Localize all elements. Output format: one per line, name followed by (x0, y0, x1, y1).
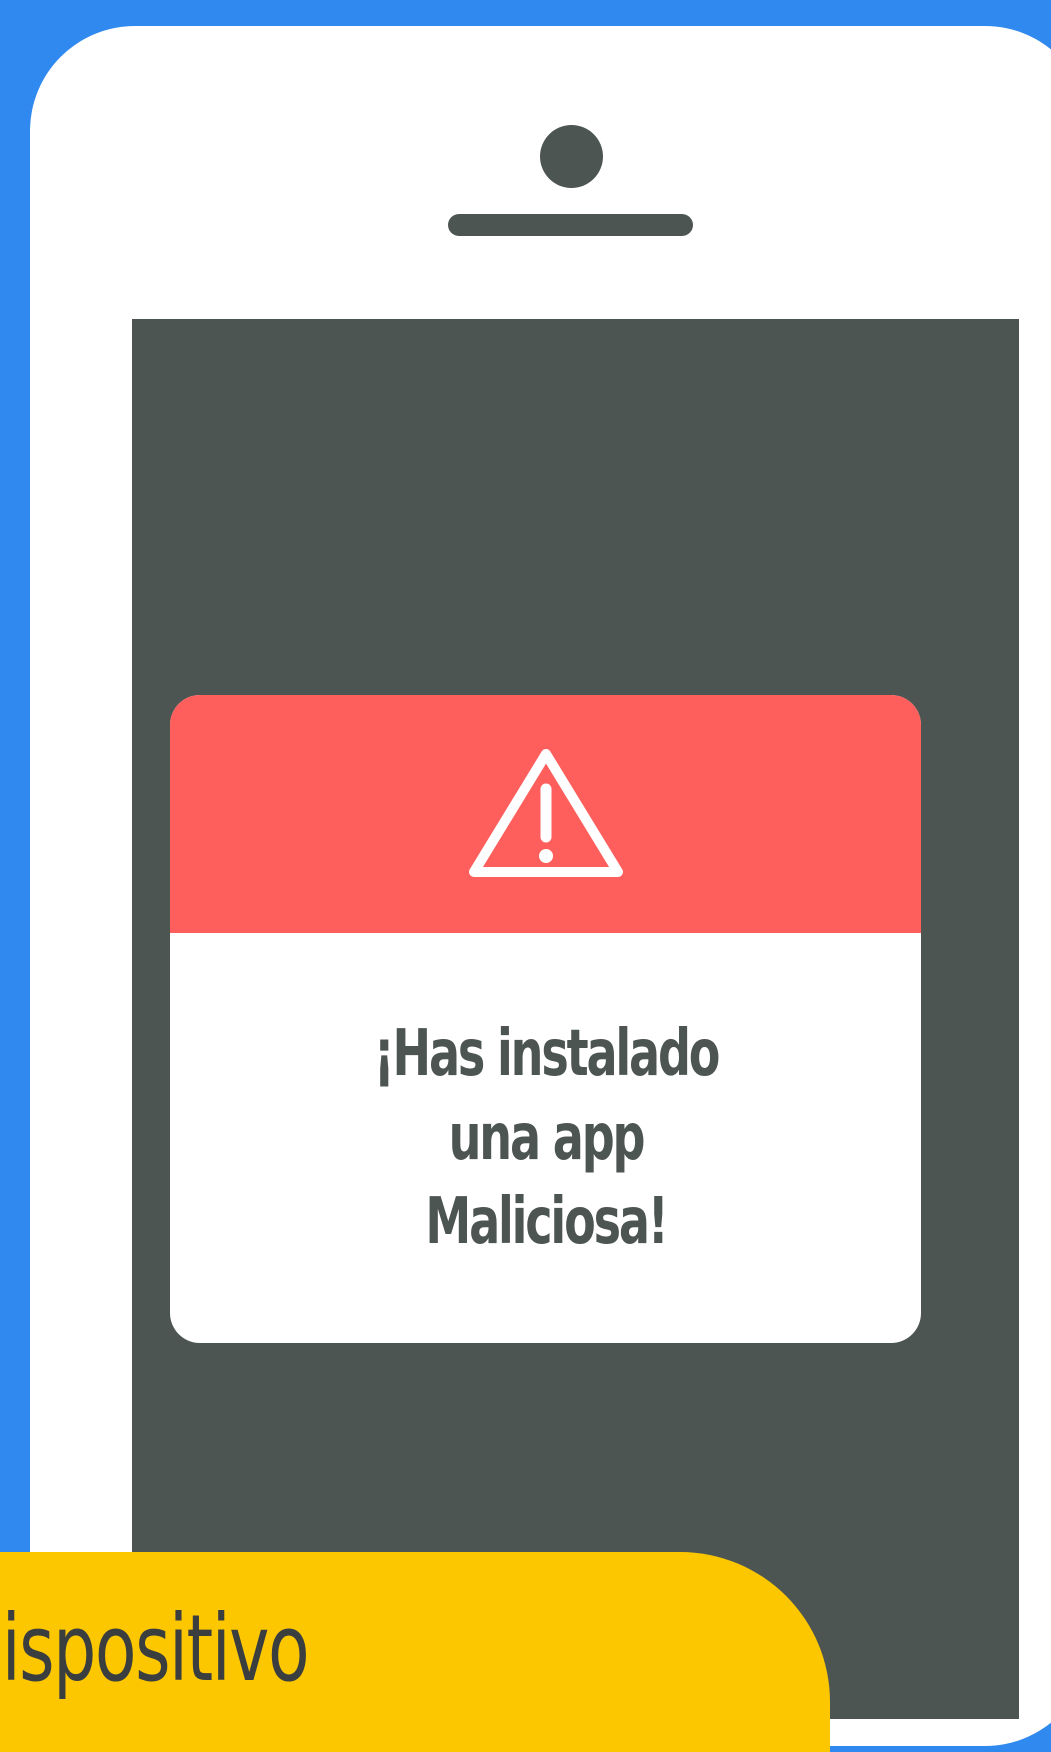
front-camera (540, 125, 603, 188)
alert-message: ¡Has instalado una app Maliciosa! (373, 1017, 720, 1259)
caption-banner: dispositivo (0, 1552, 830, 1752)
warning-triangle-icon (468, 749, 623, 877)
alert-header (170, 695, 921, 933)
alert-body: ¡Has instalado una app Maliciosa! (170, 933, 921, 1343)
earpiece-speaker (448, 214, 693, 236)
malware-alert-dialog: ¡Has instalado una app Maliciosa! (170, 695, 921, 1343)
banner-text: dispositivo (0, 1595, 310, 1702)
